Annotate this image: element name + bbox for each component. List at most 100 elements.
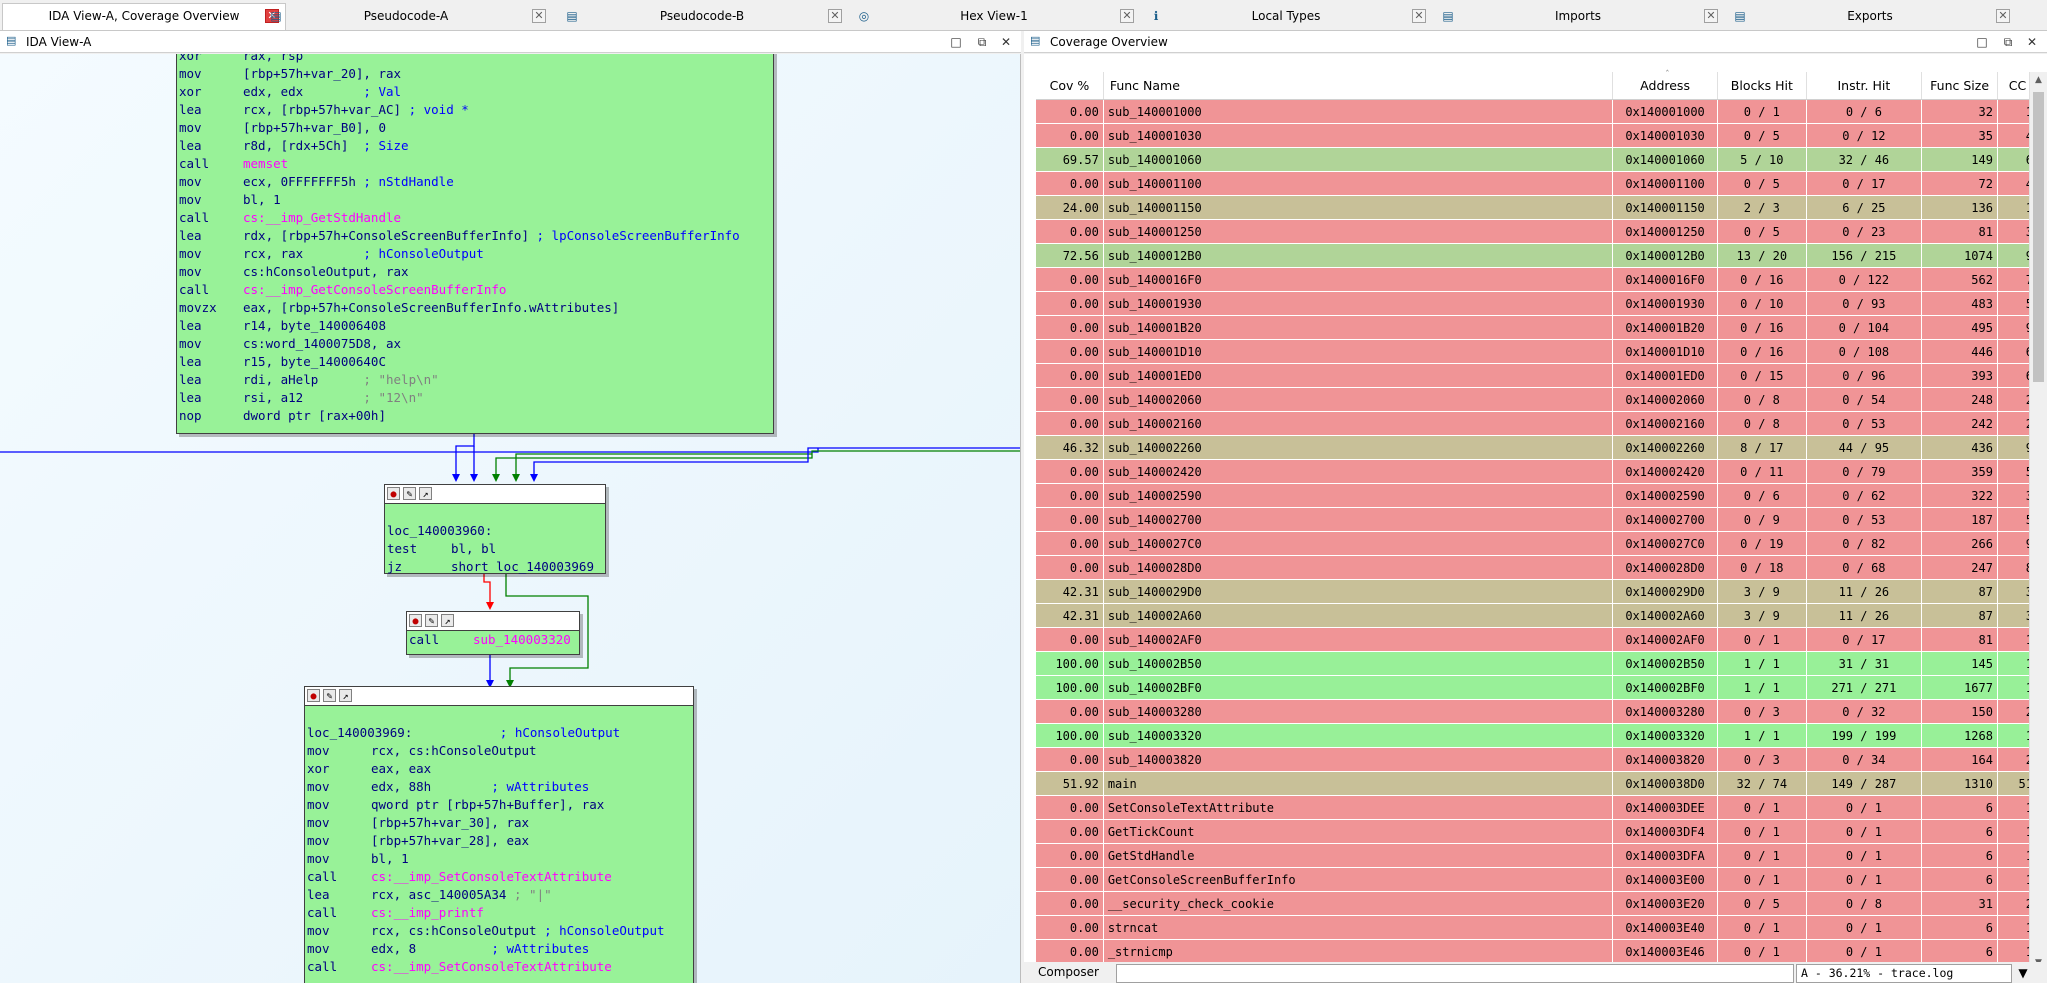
restore-window-icon[interactable]: ⧉ <box>974 34 990 50</box>
tab-close-icon[interactable]: ✕ <box>532 9 546 23</box>
block-rename-icon[interactable]: ✎ <box>323 689 336 702</box>
composer-input[interactable] <box>1116 964 1794 983</box>
asm-line[interactable]: lea rcx, asc_140005A34 ; "|" <box>305 886 693 904</box>
table-row[interactable]: 0.00_strnicmp0x140003E460 / 10 / 161 <box>1036 939 2039 964</box>
tab-exports[interactable]: ▤ Exports ✕ <box>1724 4 2016 28</box>
col-address[interactable]: Address ˆ <box>1612 70 1719 100</box>
table-row[interactable]: 51.92 main 0x1400038D0 32 / 74 149 / 287 1310… <box>1036 771 2039 796</box>
tab-close-icon[interactable]: ✕ <box>1704 9 1718 23</box>
table-row[interactable]: 0.00 sub_140002420 0x140002420 0 / 11 0 / 79… <box>1036 459 2039 484</box>
asm-line[interactable]: xor rax, rsp <box>177 54 773 65</box>
vertical-scrollbar[interactable]: ▲ ▼ <box>2029 72 2047 972</box>
asm-line[interactable]: nop dword ptr [rax+00h] <box>177 407 773 425</box>
tab-ida-view-a-coverage-overview[interactable]: IDA View-A, Coverage Overview ✕ <box>2 3 286 30</box>
selector-dropdown-icon[interactable]: ▼ <box>2014 964 2032 983</box>
table-row[interactable]: 0.00 sub_140001ED0 0x140001ED0 0 / 15 0 / 96… <box>1036 363 2039 388</box>
table-row[interactable]: 0.00 sub_140001250 0x140001250 0 / 50 / 23 8… <box>1036 219 2039 244</box>
asm-line[interactable]: mov cs:hConsoleOutput, rax <box>177 263 773 281</box>
table-row[interactable]: 0.00 sub_140001100 0x140001100 0 / 50 / 17 7… <box>1036 171 2039 196</box>
tab-pseudocode-a[interactable]: ▤ Pseudocode-A ✕ <box>260 4 552 28</box>
ida-graph-view[interactable]: xor rax, rsp mov [rbp+57h+var_20], rax xor ed… <box>0 54 1021 983</box>
block-group-icon[interactable]: ↗ <box>419 487 432 500</box>
tab-close-icon[interactable]: ✕ <box>1996 9 2010 23</box>
table-row[interactable]: 69.57 sub_140001060 0x140001060 5 / 10 32 / … <box>1036 147 2039 172</box>
basic-block-main-body[interactable]: xor rax, rsp mov [rbp+57h+var_20], rax xor ed… <box>176 54 774 434</box>
table-row[interactable]: 42.31 sub_1400029D0 0x1400029D0 3 / 9 11 / 2… <box>1036 579 2039 604</box>
float-window-icon[interactable]: □ <box>948 34 964 50</box>
block-rename-icon[interactable]: ✎ <box>425 614 438 627</box>
table-row[interactable]: 0.00 sub_140003820 0x140003820 0 / 30 / 34 1… <box>1036 747 2039 772</box>
col-blocks-hit[interactable]: Blocks Hit <box>1717 72 1807 100</box>
table-row[interactable]: 0.00 sub_140002590 0x140002590 0 / 60 / 62 3… <box>1036 483 2039 508</box>
table-row[interactable]: 0.00 __security_check_cookie 0x140003E20 0 … <box>1036 891 2039 916</box>
asm-line[interactable]: mov bl, 1 <box>177 191 773 209</box>
basic-block-loc-140003969[interactable]: ● ✎ ↗ loc_140003969: ; hConsoleOutput mov… <box>304 686 694 983</box>
asm-line[interactable]: loc_140003960: <box>385 522 605 540</box>
asm-line[interactable]: lea rcx, [rbp+57h+var_AC] ; void * <box>177 101 773 119</box>
tab-close-icon[interactable]: ✕ <box>1120 9 1134 23</box>
asm-line[interactable]: mov [rbp+57h+var_30], rax <box>305 814 693 832</box>
asm-line[interactable]: call sub_140003320 <box>407 631 579 649</box>
table-row[interactable]: 0.00 sub_140002160 0x140002160 0 / 80 / 53 2… <box>1036 411 2039 436</box>
asm-line[interactable]: loc_140003969: ; hConsoleOutput <box>305 724 693 742</box>
table-row[interactable]: 72.56 sub_1400012B0 0x1400012B0 13 / 20 156 … <box>1036 243 2039 268</box>
table-row[interactable]: 0.00 sub_1400028D0 0x1400028D0 0 / 18 0 / 68… <box>1036 555 2039 580</box>
tab-close-icon[interactable]: ✕ <box>1412 9 1426 23</box>
table-row[interactable]: 0.00 sub_1400027C0 0x1400027C0 0 / 19 0 / 82… <box>1036 531 2039 556</box>
asm-line[interactable]: mov edx, 88h ; wAttributes <box>305 778 693 796</box>
col-cov-percent[interactable]: Cov % <box>1036 72 1104 100</box>
table-row[interactable]: 0.00 GetConsoleScreenBufferInfo 0x140003E0… <box>1036 867 2039 892</box>
asm-line[interactable]: lea rdx, [rbp+57h+ConsoleScreenBufferInfo… <box>177 227 773 245</box>
block-rename-icon[interactable]: ✎ <box>403 487 416 500</box>
asm-line[interactable]: mov cs:word_1400075D8, ax <box>177 335 773 353</box>
block-color-icon[interactable]: ● <box>409 614 422 627</box>
table-row[interactable]: 0.00 sub_140003280 0x140003280 0 / 30 / 32 1… <box>1036 699 2039 724</box>
float-window-icon[interactable]: □ <box>1974 34 1990 50</box>
col-instr-hit[interactable]: Instr. Hit <box>1806 72 1923 100</box>
asm-line[interactable]: lea r15, byte_14000640C <box>177 353 773 371</box>
asm-line[interactable]: lea r8d, [rdx+5Ch] ; Size <box>177 137 773 155</box>
asm-line[interactable]: lea rdi, aHelp ; "help\n" <box>177 371 773 389</box>
table-row[interactable]: 0.00 sub_1400016F0 0x1400016F0 0 / 16 0 / 12… <box>1036 267 2039 292</box>
asm-line[interactable]: call cs:__imp_GetStdHandle <box>177 209 773 227</box>
table-row[interactable]: 0.00 sub_140002AF0 0x140002AF0 0 / 10 / 17 8… <box>1036 627 2039 652</box>
asm-line[interactable]: mov edx, 8 ; wAttributes <box>305 940 693 958</box>
basic-block-call-sub[interactable]: ● ✎ ↗ call sub_140003320 <box>406 611 580 655</box>
asm-line[interactable]: xor eax, eax <box>305 760 693 778</box>
asm-line[interactable]: mov rcx, rax ; hConsoleOutput <box>177 245 773 263</box>
table-row[interactable]: 0.00 sub_140001000 0x140001000 0 / 10 / 6 32… <box>1036 99 2039 124</box>
asm-line[interactable]: call cs:__imp_SetConsoleTextAttribute <box>305 958 693 976</box>
block-color-icon[interactable]: ● <box>307 689 320 702</box>
table-row[interactable]: 0.00 sub_140001930 0x140001930 0 / 10 0 / 93… <box>1036 291 2039 316</box>
asm-line[interactable]: call cs:__imp_SetConsoleTextAttribute <box>305 868 693 886</box>
table-row[interactable]: 0.00 SetConsoleTextAttribute 0x140003DEE 0 … <box>1036 795 2039 820</box>
basic-block-loc-140003960[interactable]: ● ✎ ↗ loc_140003960: test bl, bl jz short lo… <box>384 484 606 574</box>
block-group-icon[interactable]: ↗ <box>339 689 352 702</box>
scroll-up-icon[interactable]: ▲ <box>2030 72 2047 89</box>
tab-pseudocode-b[interactable]: ▤ Pseudocode-B ✕ <box>556 4 848 28</box>
asm-line[interactable]: call cs:__imp_printf <box>305 904 693 922</box>
col-func-size[interactable]: Func Size <box>1921 72 1998 100</box>
table-row[interactable]: 0.00 sub_140001D10 0x140001D10 0 / 16 0 / 10… <box>1036 339 2039 364</box>
close-icon[interactable]: ✕ <box>998 34 1014 50</box>
block-color-icon[interactable]: ● <box>387 487 400 500</box>
table-row[interactable]: 0.00 sub_140002700 0x140002700 0 / 90 / 53 1… <box>1036 507 2039 532</box>
asm-line[interactable]: mov [rbp+57h+var_20], rax <box>177 65 773 83</box>
table-row[interactable]: 100.00 sub_140002BF0 0x140002BF0 1 / 1 271 /… <box>1036 675 2039 700</box>
tab-hex-view-1[interactable]: ◎ Hex View-1 ✕ <box>848 4 1140 28</box>
scrollbar-thumb[interactable] <box>2033 92 2044 382</box>
table-row[interactable]: 0.00GetStdHandle0x140003DFA0 / 10 / 161 <box>1036 843 2039 868</box>
tab-close-icon[interactable]: ✕ <box>828 9 842 23</box>
table-row[interactable]: 100.00 sub_140002B50 0x140002B50 1 / 1 31 / … <box>1036 651 2039 676</box>
asm-line[interactable]: mov rcx, cs:hConsoleOutput ; hConsoleOutp… <box>305 922 693 940</box>
asm-line[interactable]: mov ecx, 0FFFFFFF5h ; nStdHandle <box>177 173 773 191</box>
asm-line[interactable]: mov [rbp+57h+var_B0], 0 <box>177 119 773 137</box>
asm-line[interactable]: xor edx, edx ; Val <box>177 83 773 101</box>
table-row[interactable]: 0.00GetTickCount0x140003DF40 / 10 / 161 <box>1036 819 2039 844</box>
table-row[interactable]: 0.00 sub_140001B20 0x140001B20 0 / 16 0 / 10… <box>1036 315 2039 340</box>
asm-line[interactable]: lea r14, byte_140006408 <box>177 317 773 335</box>
table-row[interactable]: 46.32 sub_140002260 0x140002260 8 / 17 44 / … <box>1036 435 2039 460</box>
table-row[interactable]: 0.00strncat0x140003E400 / 10 / 161 <box>1036 915 2039 940</box>
asm-line[interactable]: mov bl, 1 <box>305 850 693 868</box>
table-row[interactable]: 100.00 sub_140003320 0x140003320 1 / 1 199 /… <box>1036 723 2039 748</box>
